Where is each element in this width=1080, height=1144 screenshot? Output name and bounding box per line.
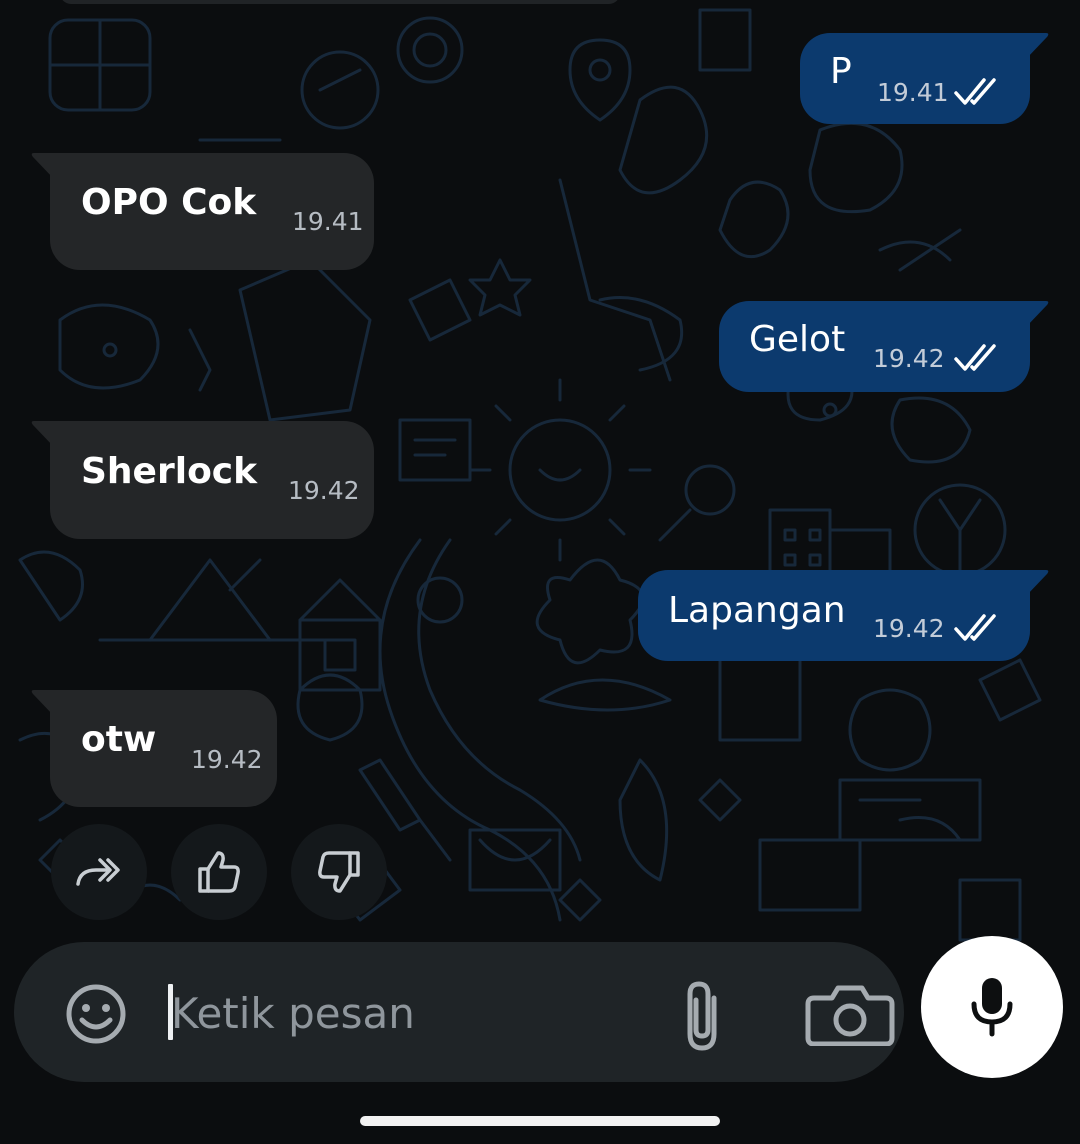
incoming-message[interactable]: OPO Cok 19.41 [31, 153, 374, 270]
message-text: P [830, 51, 852, 92]
message-composer [14, 942, 904, 1082]
message-text: Sherlock [81, 451, 258, 492]
message-text: Lapangan [668, 590, 846, 631]
thumbs-down-button[interactable] [291, 824, 387, 920]
bubble-tail [31, 421, 54, 447]
voice-record-button[interactable] [921, 936, 1063, 1078]
outgoing-message[interactable]: Lapangan 19.42 [638, 570, 1049, 661]
incoming-message[interactable]: Sherlock 19.42 [31, 421, 374, 539]
incoming-message[interactable]: otw 19.42 [31, 690, 277, 807]
thumbs-up-button[interactable] [171, 824, 267, 920]
double-check-icon [954, 78, 996, 105]
message-time: 19.42 [873, 614, 945, 643]
message-input[interactable] [171, 984, 651, 1042]
message-text: OPO Cok [81, 182, 257, 223]
double-check-icon [954, 344, 996, 371]
outgoing-message[interactable]: Gelot 19.42 [719, 301, 1049, 392]
bubble-tail [31, 153, 54, 179]
double-check-icon [954, 614, 996, 641]
home-indicator[interactable] [360, 1116, 720, 1126]
bubble-tail [31, 690, 54, 716]
microphone-icon [971, 978, 1013, 1037]
paperclip-icon[interactable] [670, 978, 738, 1054]
message-time: 19.42 [288, 476, 360, 505]
message-time: 19.41 [877, 78, 949, 107]
message-time: 19.41 [292, 207, 364, 236]
forward-button[interactable] [51, 824, 147, 920]
message-text: Gelot [749, 319, 846, 360]
message-time: 19.42 [873, 344, 945, 373]
message-text: otw [81, 719, 157, 760]
emoji-icon[interactable] [64, 982, 128, 1046]
thumbs-up-icon [198, 851, 240, 893]
message-time: 19.42 [191, 745, 263, 774]
forward-icon [76, 858, 120, 886]
outgoing-message[interactable]: P 19.41 [800, 33, 1049, 124]
bubble-tail [1026, 33, 1049, 59]
thumbs-down-icon [318, 851, 360, 893]
bubble-tail [1026, 301, 1049, 327]
bubble-tail [1026, 570, 1049, 596]
camera-icon[interactable] [804, 982, 896, 1046]
